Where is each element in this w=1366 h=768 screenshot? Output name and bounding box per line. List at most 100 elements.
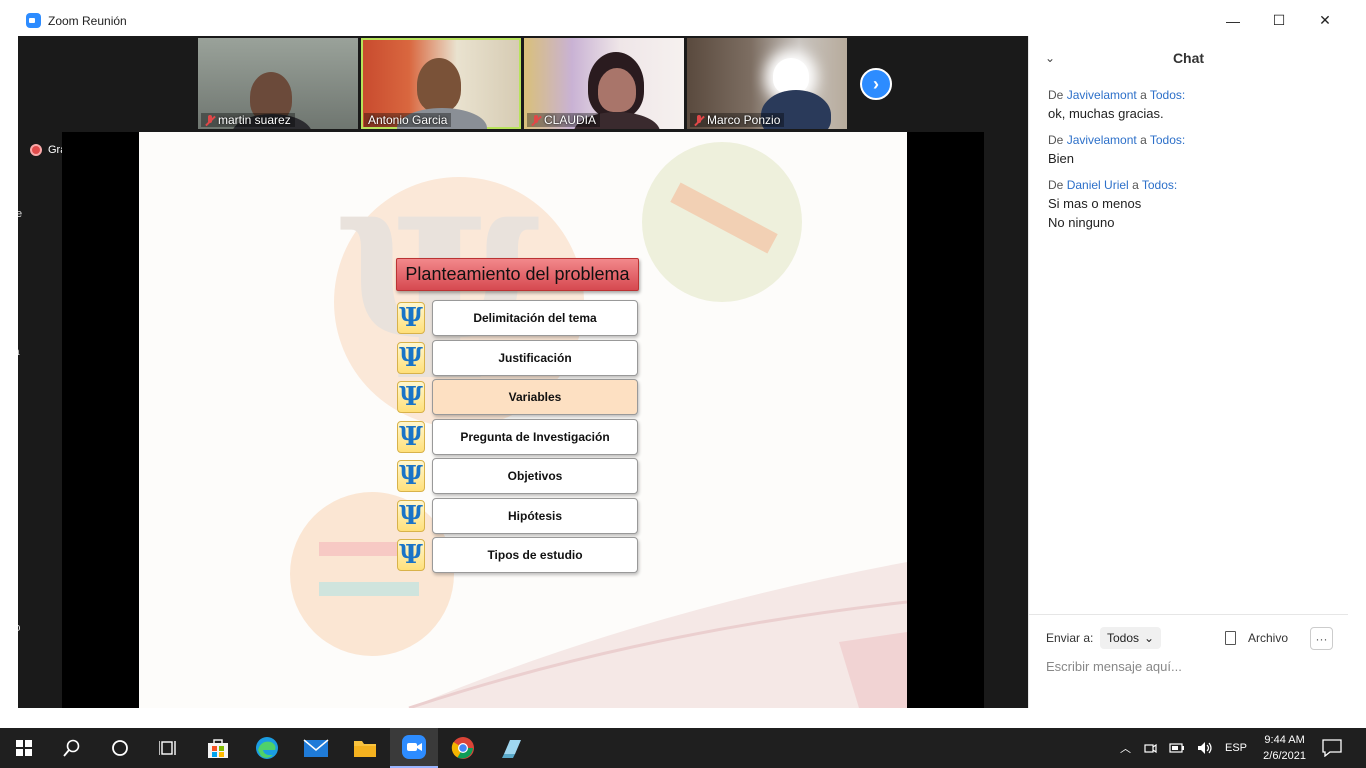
- camera-icon[interactable]: [1143, 741, 1157, 755]
- app-button[interactable]: [488, 728, 536, 768]
- edge-icon: [256, 737, 278, 759]
- battery-icon[interactable]: [1169, 742, 1185, 754]
- slide-list-item: Ψ Variables: [397, 379, 638, 415]
- slide-list-item: Ψ Delimitación del tema: [397, 300, 638, 336]
- recipient-name: Todos:: [1149, 88, 1186, 102]
- participant-name-tag: martin suarez: [201, 113, 295, 127]
- store-icon: [208, 739, 228, 758]
- sender-name[interactable]: Javivelamont: [1067, 133, 1137, 147]
- meta-prefix: De: [1048, 178, 1064, 192]
- participant-thumbnails: martin suarez Antonio Garcia CLAUDIA Mar…: [198, 38, 847, 129]
- notifications-button[interactable]: [1322, 728, 1342, 768]
- slide-item-label: Hipótesis: [432, 498, 638, 534]
- psi-icon: Ψ: [397, 460, 425, 492]
- minimize-button[interactable]: —: [1210, 5, 1256, 36]
- chat-title: Chat: [1172, 50, 1205, 66]
- task-view-icon: [159, 741, 176, 755]
- slide-item-label: Justificación: [432, 340, 638, 376]
- close-icon: ✕: [1319, 12, 1331, 28]
- psi-icon: Ψ: [397, 421, 425, 453]
- chrome-button[interactable]: [439, 728, 487, 768]
- psi-icon: Ψ: [397, 539, 425, 571]
- task-view-button[interactable]: [144, 728, 192, 768]
- chat-message: De Daniel Uriel a Todos: Si mas o menos …: [1029, 178, 1348, 230]
- participant-name: martin suarez: [218, 113, 291, 127]
- clock-date: 2/6/2021: [1263, 750, 1306, 762]
- language-indicator[interactable]: ESP: [1225, 742, 1247, 754]
- slide-item-label: Tipos de estudio: [432, 537, 638, 573]
- store-button[interactable]: [194, 728, 242, 768]
- notification-icon: [1322, 739, 1342, 757]
- zoom-logo-icon: [26, 13, 41, 28]
- file-icon[interactable]: [1225, 631, 1236, 645]
- psi-icon: Ψ: [397, 381, 425, 413]
- chat-message-text: Bien: [1048, 151, 1075, 166]
- meta-connector: a: [1132, 178, 1139, 192]
- mail-button[interactable]: [292, 728, 340, 768]
- chat-message-input[interactable]: [1046, 659, 1326, 674]
- slide-list-item: Ψ Tipos de estudio: [397, 537, 638, 573]
- participant-name: CLAUDIA: [544, 113, 597, 127]
- maximize-button[interactable]: ☐: [1256, 5, 1302, 36]
- show-hidden-icons-button[interactable]: ︿: [1120, 740, 1131, 756]
- recipient-value: Todos: [1107, 631, 1140, 645]
- chat-message-meta: De Javivelamont a Todos:: [1048, 88, 1329, 102]
- slide-list-item: Ψ Hipótesis: [397, 498, 638, 534]
- file-explorer-button[interactable]: [341, 728, 389, 768]
- participant-name: Marco Ponzio: [707, 113, 781, 127]
- edge-button[interactable]: [243, 728, 291, 768]
- app-icon: [502, 740, 521, 758]
- slide-item-label: Objetivos: [432, 458, 638, 494]
- bg-book: [319, 542, 399, 556]
- edge-label: ca: [18, 346, 20, 358]
- participant-name-tag: Marco Ponzio: [690, 113, 785, 127]
- participant-video[interactable]: martin suarez: [198, 38, 358, 129]
- recipient-name: Todos:: [1141, 178, 1178, 192]
- start-button[interactable]: [0, 728, 48, 768]
- psi-icon: Ψ: [397, 500, 425, 532]
- chat-message-text: ok, muchas gracias.: [1048, 106, 1164, 121]
- recipient-name: Todos:: [1149, 133, 1186, 147]
- participant-video[interactable]: Marco Ponzio: [687, 38, 847, 129]
- chrome-icon: [451, 737, 474, 759]
- maximize-icon: ☐: [1272, 12, 1286, 28]
- participant-video[interactable]: CLAUDIA: [524, 38, 684, 129]
- recipient-dropdown[interactable]: Todos ⌄: [1100, 627, 1162, 649]
- meta-prefix: De: [1048, 88, 1064, 102]
- gallery-edge: De ca Yo: [18, 36, 62, 708]
- slide-item-label: Pregunta de Investigación: [432, 419, 638, 455]
- edge-label: De: [18, 208, 23, 220]
- taskbar-clock[interactable]: 9:44 AM 2/6/2021: [1263, 732, 1306, 764]
- muted-mic-icon: [205, 114, 215, 126]
- chat-message-meta: De Javivelamont a Todos:: [1048, 133, 1329, 147]
- clock-time: 9:44 AM: [1264, 734, 1305, 746]
- mail-icon: [303, 739, 329, 757]
- search-button[interactable]: [48, 728, 96, 768]
- sender-name[interactable]: Daniel Uriel: [1067, 178, 1129, 192]
- file-explorer-icon: [354, 741, 376, 757]
- chat-message-text: Si mas o menos: [1048, 196, 1142, 211]
- next-page-button[interactable]: ›: [860, 68, 892, 100]
- more-options-button[interactable]: ···: [1310, 627, 1333, 650]
- chevron-down-icon: ⌄: [1144, 631, 1155, 645]
- chat-message: De Javivelamont a Todos: ok, muchas grac…: [1029, 88, 1348, 121]
- participant-video-active-speaker[interactable]: Antonio Garcia: [361, 38, 521, 129]
- psi-icon: Ψ: [397, 342, 425, 374]
- shared-slide: Ψ Planteamiento del problema Ψ Delimitac…: [139, 132, 907, 708]
- minimize-icon: —: [1226, 12, 1240, 29]
- cortana-button[interactable]: [96, 728, 144, 768]
- slide-list-item: Ψ Justificación: [397, 340, 638, 376]
- window-title-bar: Zoom Reunión — ☐ ✕: [18, 5, 1348, 36]
- windows-taskbar: ︿ ESP 9:44 AM 2/6/2021: [0, 728, 1366, 768]
- sender-name[interactable]: Javivelamont: [1067, 88, 1137, 102]
- volume-icon[interactable]: [1197, 741, 1213, 755]
- cortana-icon: [112, 740, 128, 756]
- slide-item-label-highlighted: Variables: [432, 379, 638, 415]
- close-window-button[interactable]: ✕: [1302, 5, 1348, 36]
- file-button[interactable]: Archivo: [1248, 631, 1288, 645]
- zoom-taskbar-button[interactable]: [390, 728, 438, 768]
- search-icon: [63, 739, 80, 757]
- chat-panel: ⌄ Chat De Javivelamont a Todos: ok, much…: [1028, 36, 1348, 708]
- send-to-label: Enviar a:: [1046, 631, 1094, 645]
- psi-icon: Ψ: [397, 302, 425, 334]
